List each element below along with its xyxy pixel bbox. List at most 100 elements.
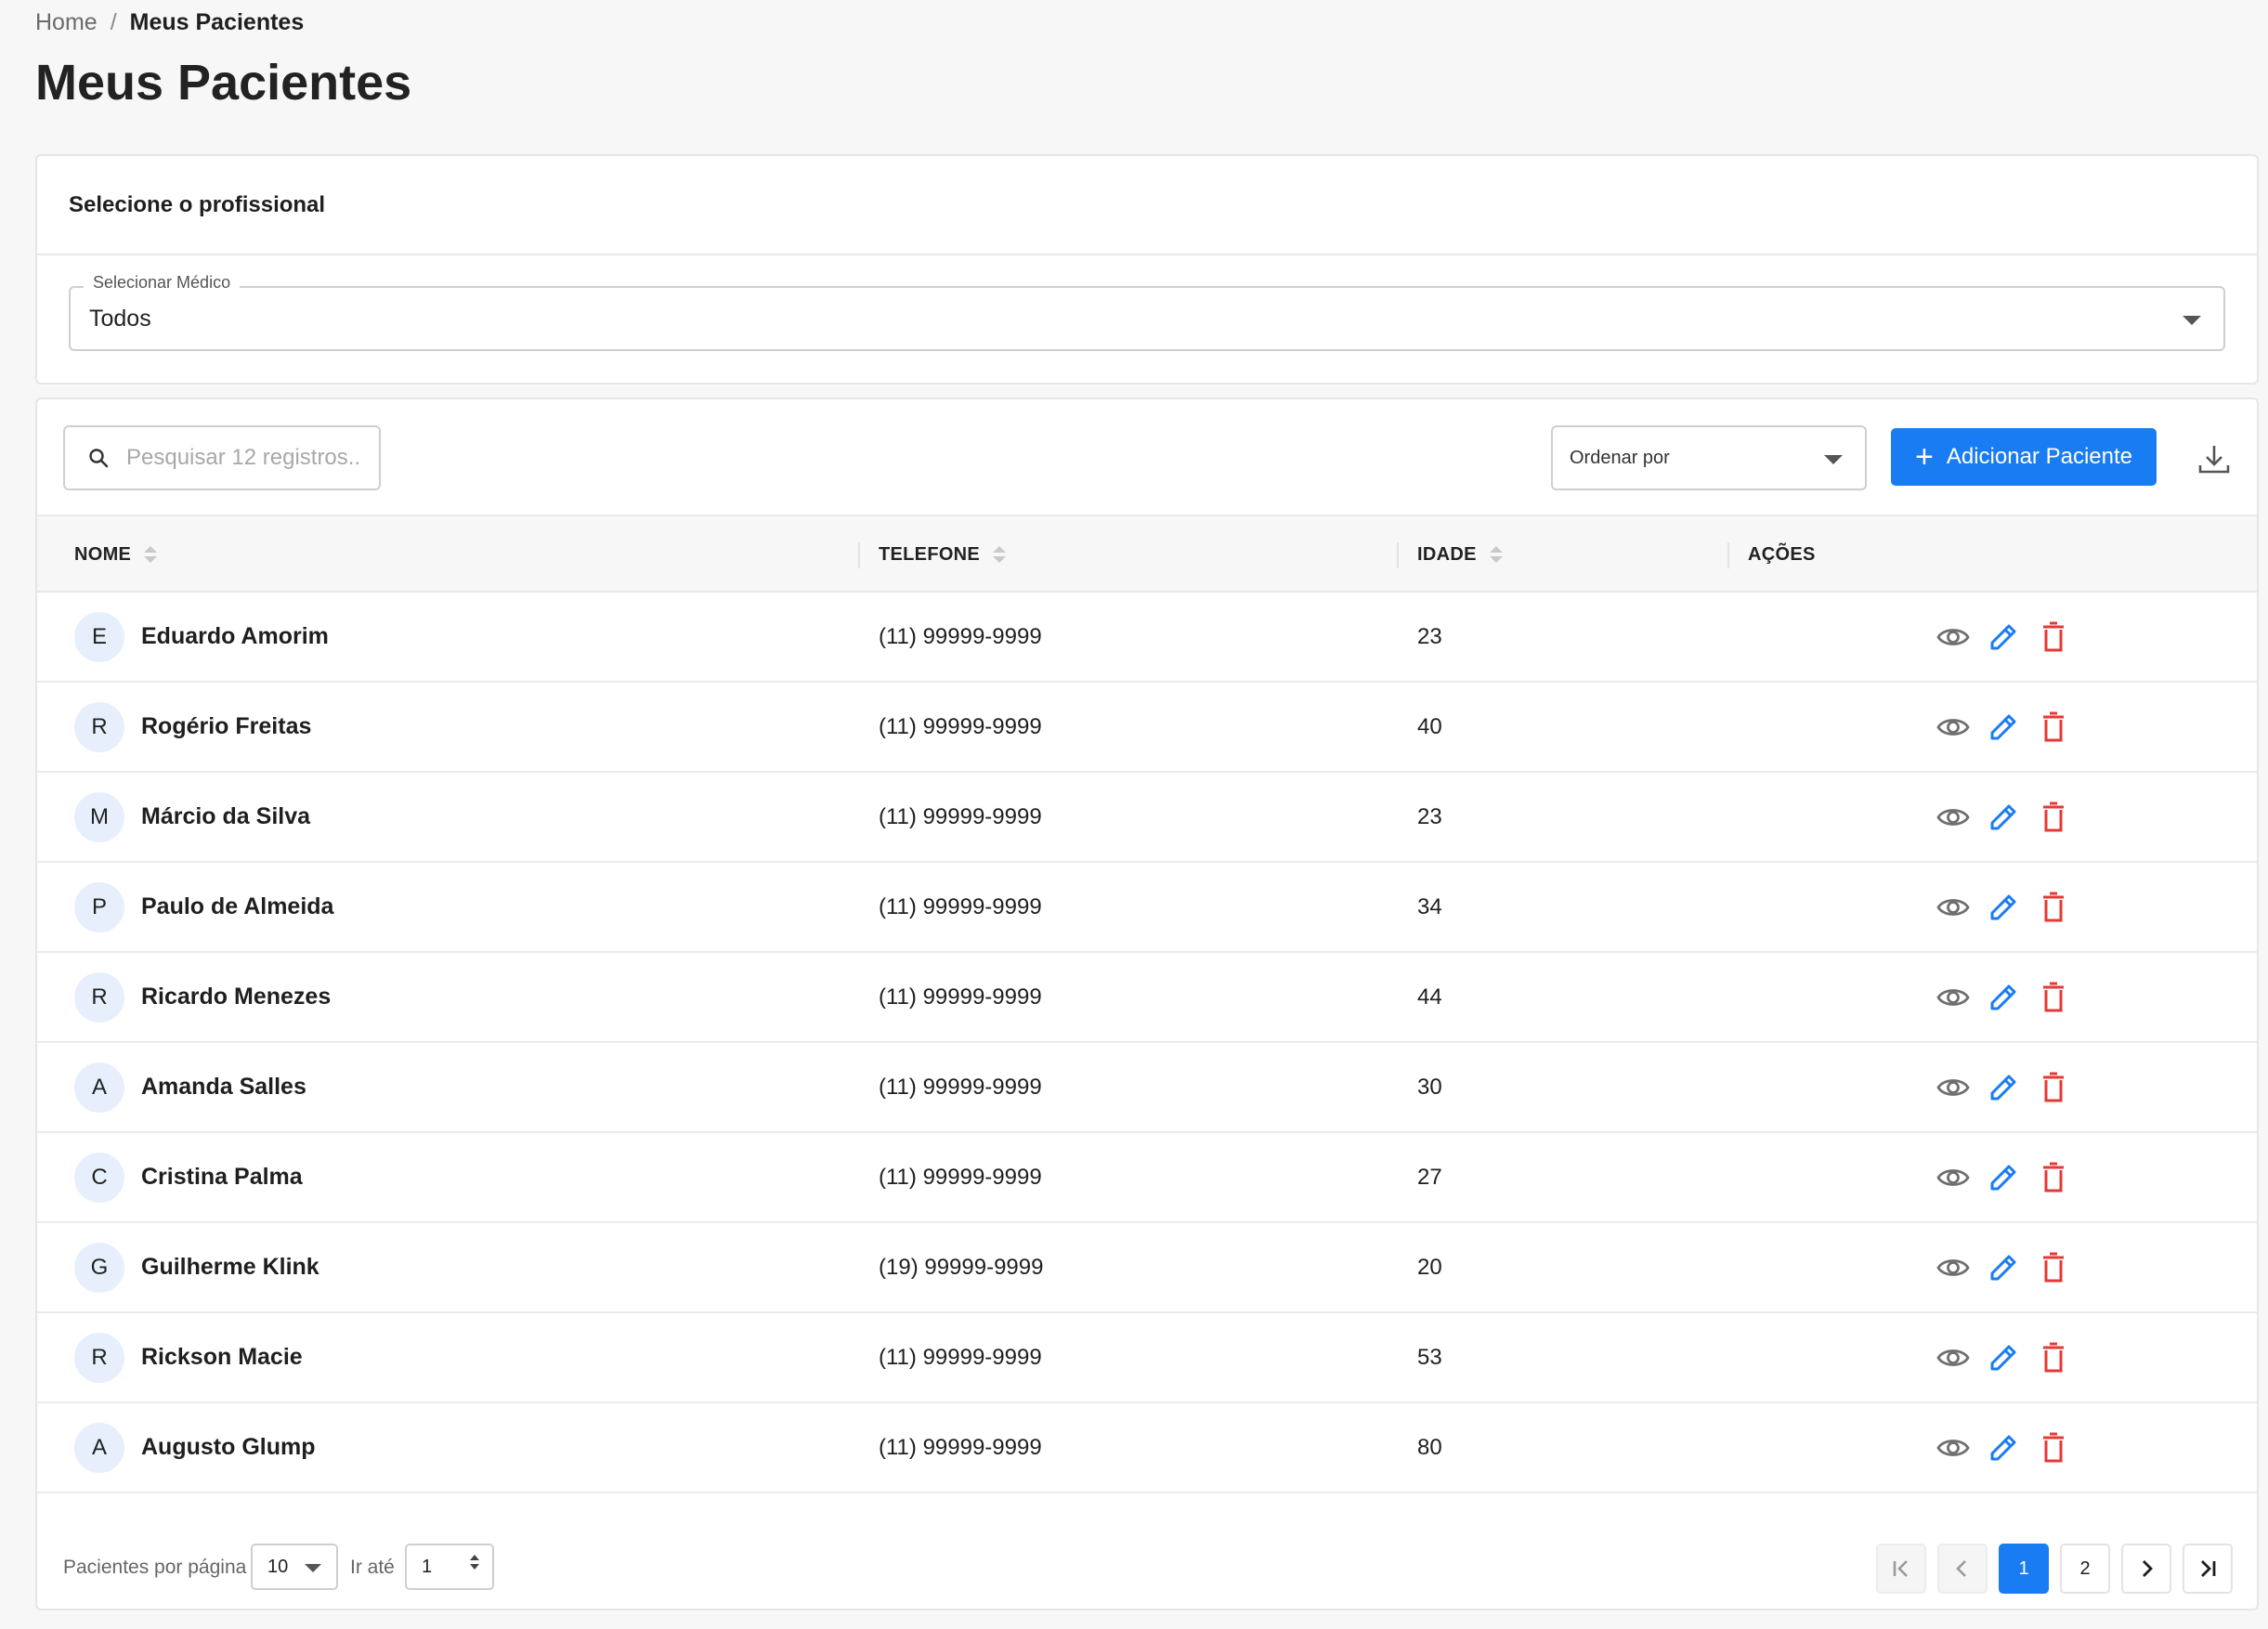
table-row[interactable]: A Amanda Salles (11) 99999-9999 30 (37, 1043, 2257, 1133)
table-row[interactable]: R Rogério Freitas (11) 99999-9999 40 (37, 683, 2257, 773)
patient-name[interactable]: Ricardo Menezes (141, 984, 331, 1010)
column-header-name[interactable]: NOME (74, 516, 158, 593)
prev-page-button[interactable] (1937, 1544, 1988, 1594)
page-button-2[interactable]: 2 (2060, 1544, 2110, 1594)
delete-button[interactable] (2036, 619, 2071, 655)
trash-icon (2043, 982, 2064, 1011)
download-button[interactable] (2188, 433, 2240, 485)
delete-button[interactable] (2036, 1340, 2071, 1375)
avatar-initial: R (91, 713, 108, 739)
age-text: 23 (1417, 803, 1442, 829)
table-row[interactable]: M Márcio da Silva (11) 99999-9999 23 (37, 773, 2257, 863)
patient-age: 80 (1417, 1403, 1442, 1492)
patient-phone: (11) 99999-9999 (879, 953, 1042, 1041)
delete-button[interactable] (2036, 890, 2071, 925)
add-patient-button[interactable]: + Adicionar Paciente (1891, 428, 2157, 486)
edit-button[interactable] (1986, 1340, 2021, 1375)
edit-button[interactable] (1986, 1250, 2021, 1285)
search-input[interactable] (126, 445, 368, 471)
patient-name[interactable]: Eduardo Amorim (141, 623, 329, 650)
edit-button[interactable] (1986, 619, 2021, 655)
page-button-1[interactable]: 1 (1999, 1544, 2049, 1594)
row-actions (1936, 1223, 2071, 1311)
eye-icon (1936, 1258, 1970, 1276)
avatar: P (74, 881, 124, 932)
patient-cell: A Amanda Salles (74, 1043, 306, 1131)
pencil-icon (1990, 1165, 2016, 1190)
column-header-phone[interactable]: TELEFONE (879, 516, 1007, 593)
delete-button[interactable] (2036, 1430, 2071, 1466)
order-select[interactable]: Ordenar por (1551, 425, 1867, 490)
edit-button[interactable] (1986, 890, 2021, 925)
row-actions (1936, 863, 2071, 951)
table-row[interactable]: P Paulo de Almeida (11) 99999-9999 34 (37, 863, 2257, 953)
patient-name[interactable]: Guilherme Klink (141, 1254, 319, 1281)
sort-icon[interactable] (1489, 546, 1503, 563)
edit-button[interactable] (1986, 710, 2021, 745)
delete-button[interactable] (2036, 800, 2071, 835)
order-select-label: Ordenar por (1570, 447, 1670, 468)
per-page-select[interactable]: 10 (251, 1544, 338, 1590)
edit-button[interactable] (1986, 1070, 2021, 1105)
phone-text: (19) 99999-9999 (879, 1254, 1044, 1280)
patient-name[interactable]: Amanda Salles (141, 1074, 306, 1101)
doctor-select[interactable]: Selecionar Médico Todos (69, 273, 2225, 351)
trash-icon (2043, 1342, 2064, 1372)
edit-button[interactable] (1986, 1430, 2021, 1466)
view-button[interactable] (1936, 1160, 1971, 1195)
table-row[interactable]: G Guilherme Klink (19) 99999-9999 20 (37, 1223, 2257, 1313)
patient-name[interactable]: Rickson Macie (141, 1344, 303, 1371)
next-page-button[interactable] (2121, 1544, 2171, 1594)
table-row[interactable]: R Ricardo Menezes (11) 99999-9999 44 (37, 953, 2257, 1043)
view-button[interactable] (1936, 1340, 1971, 1375)
sort-icon[interactable] (144, 546, 158, 563)
patient-name[interactable]: Cristina Palma (141, 1164, 303, 1191)
view-button[interactable] (1936, 619, 1971, 655)
patient-cell: R Ricardo Menezes (74, 953, 331, 1041)
patients-table-card: Ordenar por + Adicionar Paciente NOME TE… (35, 397, 2259, 1610)
phone-text: (11) 99999-9999 (879, 623, 1042, 649)
eye-icon (1936, 1168, 1970, 1186)
delete-button[interactable] (2036, 980, 2071, 1015)
delete-button[interactable] (2036, 1160, 2071, 1195)
delete-button[interactable] (2036, 1070, 2071, 1105)
view-button[interactable] (1936, 1250, 1971, 1285)
edit-button[interactable] (1986, 980, 2021, 1015)
add-patient-label: Adicionar Paciente (1946, 444, 2132, 469)
patient-age: 23 (1417, 593, 1442, 681)
patient-name[interactable]: Augusto Glump (141, 1434, 315, 1461)
page-number: 1 (2018, 1557, 2029, 1579)
sort-icon[interactable] (993, 546, 1007, 563)
professional-card: Selecione o profissional Selecionar Médi… (35, 154, 2259, 384)
column-header-age[interactable]: IDADE (1417, 516, 1503, 593)
view-button[interactable] (1936, 1430, 1971, 1466)
table-row[interactable]: R Rickson Macie (11) 99999-9999 53 (37, 1313, 2257, 1403)
table-row[interactable]: C Cristina Palma (11) 99999-9999 27 (37, 1133, 2257, 1223)
breadcrumb-home[interactable]: Home (35, 9, 98, 36)
last-page-button[interactable] (2183, 1544, 2233, 1594)
edit-button[interactable] (1986, 1160, 2021, 1195)
view-button[interactable] (1936, 710, 1971, 745)
patient-name[interactable]: Rogério Freitas (141, 713, 311, 740)
view-button[interactable] (1936, 1070, 1971, 1105)
view-button[interactable] (1936, 980, 1971, 1015)
goto-page-input[interactable]: 1 (405, 1544, 494, 1590)
trash-icon (2043, 1162, 2064, 1192)
column-divider (1397, 542, 1399, 568)
patient-cell: E Eduardo Amorim (74, 593, 329, 681)
view-button[interactable] (1936, 890, 1971, 925)
delete-button[interactable] (2036, 710, 2071, 745)
pencil-icon (1990, 714, 2016, 739)
edit-button[interactable] (1986, 800, 2021, 835)
patient-name[interactable]: Paulo de Almeida (141, 893, 333, 920)
delete-button[interactable] (2036, 1250, 2071, 1285)
row-actions (1936, 1133, 2071, 1221)
first-page-button[interactable] (1876, 1544, 1926, 1594)
pencil-icon (1990, 1075, 2016, 1100)
table-row[interactable]: E Eduardo Amorim (11) 99999-9999 23 (37, 593, 2257, 683)
stepper-icon[interactable] (470, 1555, 479, 1570)
table-row[interactable]: A Augusto Glump (11) 99999-9999 80 (37, 1403, 2257, 1493)
patient-name[interactable]: Márcio da Silva (141, 803, 310, 830)
view-button[interactable] (1936, 800, 1971, 835)
search-field[interactable] (63, 425, 381, 490)
